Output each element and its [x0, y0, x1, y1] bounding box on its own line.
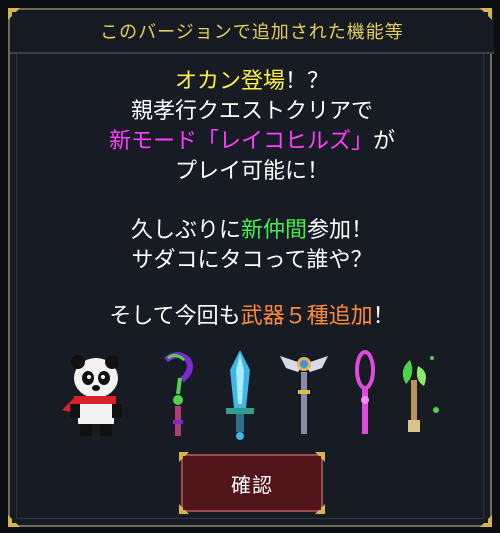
dialog-title-bar: このバージョンで追加された機能等: [10, 10, 494, 54]
leaf-wand-icon: [402, 356, 439, 432]
corner-ornament-icon: [8, 8, 20, 20]
text-line-3: 新モード「レイコヒルズ」が: [108, 129, 396, 154]
corner-ornament-icon: [480, 515, 492, 527]
ring-wand-icon: [355, 350, 375, 434]
corner-ornament-icon: [8, 515, 20, 527]
text-line-1: オカン登場！？: [174, 69, 330, 94]
corner-ornament-icon: [179, 452, 189, 462]
highlight-new-ally: 新仲間: [240, 218, 307, 243]
corner-ornament-icon: [315, 504, 325, 514]
confirm-button-label: 確認: [231, 472, 273, 497]
text-line-6: サダコにタコって誰や？: [131, 248, 373, 273]
confirm-button[interactable]: 確認: [179, 452, 325, 514]
highlight-weapons: 武器５種追加: [240, 304, 373, 329]
winged-staff-icon: [280, 356, 328, 434]
corner-ornament-icon: [480, 8, 492, 20]
text-line-4: プレイ可能に！: [174, 159, 329, 184]
crystal-sword-icon: [226, 350, 254, 440]
update-dialog: このバージョンで追加された機能等 オカン登場！？ 親孝行クエストクリアで 新モー…: [8, 8, 494, 527]
dialog-title: このバージョンで追加された機能等: [100, 22, 404, 43]
highlight-okan: オカン登場: [174, 69, 285, 94]
highlight-new-mode: 新モード「レイコヒルズ」: [108, 129, 373, 154]
text-line-7: そして今回も武器５種追加！: [109, 304, 395, 329]
new-items-row: [62, 350, 442, 444]
corner-ornament-icon: [179, 504, 189, 514]
text-line-2: 親孝行クエストクリアで: [130, 99, 373, 124]
curved-staff-icon: [164, 352, 193, 436]
panda-icon: [62, 355, 122, 436]
text-line-5: 久しぶりに新仲間参加！: [130, 218, 374, 243]
corner-ornament-icon: [315, 452, 325, 462]
